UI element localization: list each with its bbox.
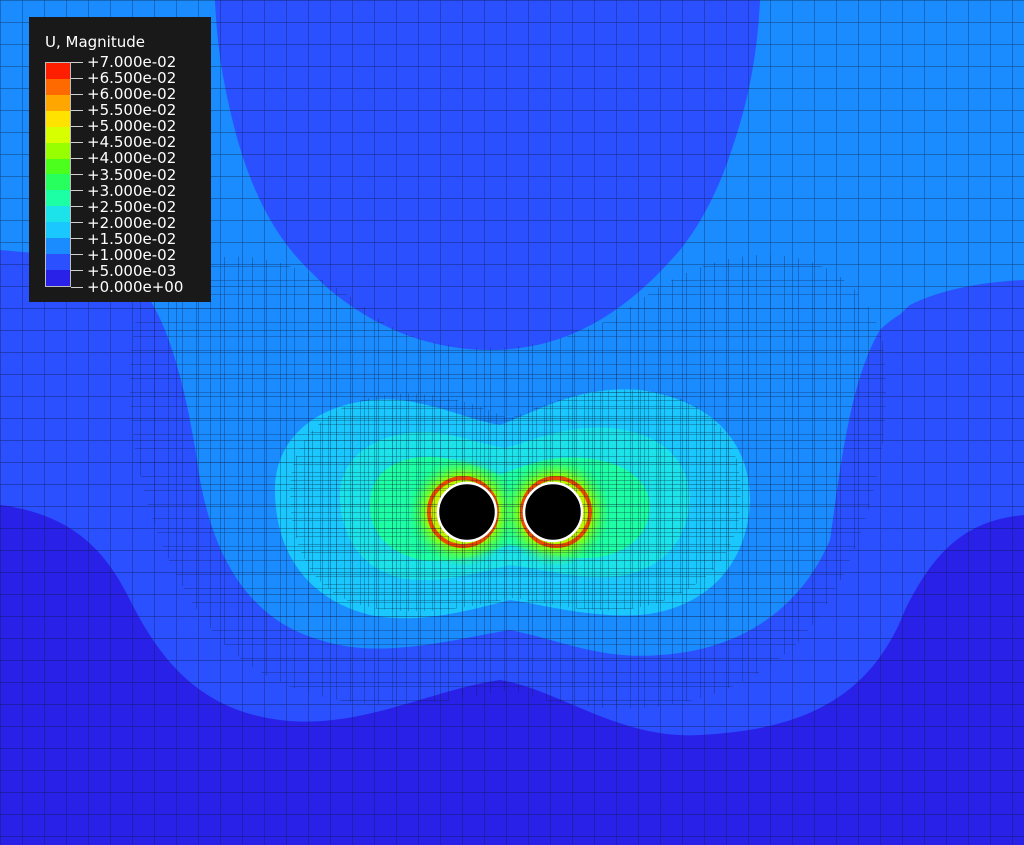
tunnel-hole-right — [522, 481, 584, 543]
legend-tick: +2.000e-02 — [71, 215, 176, 231]
legend-title: U, Magnitude — [45, 33, 145, 51]
legend-tick-mark — [71, 270, 83, 272]
tunnel-hole-left — [436, 481, 498, 543]
legend-tick: +7.000e-02 — [71, 54, 176, 70]
legend-tick: +2.500e-02 — [71, 199, 176, 215]
legend-swatch — [46, 126, 70, 143]
legend-swatch — [46, 110, 70, 127]
legend-tick: +5.500e-02 — [71, 102, 176, 118]
legend-tick-label: +3.500e-02 — [87, 165, 177, 184]
legend-tick-mark — [71, 109, 83, 111]
legend-tick-mark — [71, 190, 83, 192]
legend-swatch — [46, 78, 70, 95]
mesh-fine — [290, 389, 741, 612]
legend-tick: +1.500e-02 — [71, 231, 176, 247]
legend-tick-label: +6.000e-02 — [87, 85, 177, 104]
legend-tick-label: +5.000e-02 — [87, 117, 177, 136]
legend-tick-mark — [71, 93, 83, 95]
legend-tick-mark — [71, 238, 83, 240]
legend-tick: +4.500e-02 — [71, 134, 176, 150]
legend-tick-label: +5.000e-03 — [87, 261, 177, 280]
legend-tick-mark — [71, 206, 83, 208]
legend-tick-mark — [71, 222, 83, 224]
legend-tick-label: +7.000e-02 — [87, 53, 177, 71]
legend-tick-mark — [71, 254, 83, 256]
legend-swatch — [46, 142, 70, 159]
legend-tick-label: +6.500e-02 — [87, 69, 177, 88]
legend-tick: +6.000e-02 — [71, 86, 176, 102]
legend-tick: +3.000e-02 — [71, 183, 176, 199]
legend-tick-mark — [71, 61, 83, 63]
legend-tick-label: +1.000e-02 — [87, 245, 177, 264]
legend-tick-mark — [71, 141, 83, 143]
legend-tick-mark — [71, 125, 83, 127]
legend-tick-mark — [71, 157, 83, 159]
legend-swatch — [46, 222, 70, 239]
legend-tick-label: +1.500e-02 — [87, 229, 177, 248]
legend-tick-label: +2.500e-02 — [87, 197, 177, 216]
legend-swatch — [46, 158, 70, 175]
legend-tick-mark — [71, 174, 83, 175]
legend-tick-label: +0.000e+00 — [87, 278, 184, 296]
legend-swatch — [46, 94, 70, 111]
legend-tick-label: +5.500e-02 — [87, 101, 177, 120]
contour-legend: U, Magnitude +7.000e-02 +6.500e-02 +6.000e… — [29, 17, 211, 302]
legend-tick-label: +2.000e-02 — [87, 213, 177, 232]
legend-tick-label: +4.500e-02 — [87, 133, 177, 152]
legend-tick-label: +4.000e-02 — [87, 149, 177, 168]
legend-tick: +1.000e-02 — [71, 247, 176, 263]
legend-swatch — [46, 190, 70, 207]
legend-tick: +3.500e-02 — [71, 167, 176, 183]
legend-tick-mark — [71, 286, 83, 288]
legend-tick-mark — [71, 77, 83, 79]
legend-tick: +4.000e-02 — [71, 150, 176, 166]
legend-tick: +0.000e+00 — [71, 279, 183, 295]
legend-swatch — [46, 174, 70, 191]
legend-tick-label: +3.000e-02 — [87, 181, 177, 200]
legend-swatch — [46, 238, 70, 255]
legend-tick: +6.500e-02 — [71, 70, 176, 86]
legend-color-bar — [45, 62, 71, 287]
legend-swatch — [46, 206, 70, 223]
legend-tick: +5.000e-02 — [71, 118, 176, 134]
legend-swatch — [46, 269, 70, 286]
legend-swatch — [46, 254, 70, 270]
legend-tick: +5.000e-03 — [71, 263, 176, 279]
legend-swatch — [46, 63, 70, 79]
fea-viewport: U, Magnitude +7.000e-02 +6.500e-02 +6.000e… — [0, 0, 1024, 845]
